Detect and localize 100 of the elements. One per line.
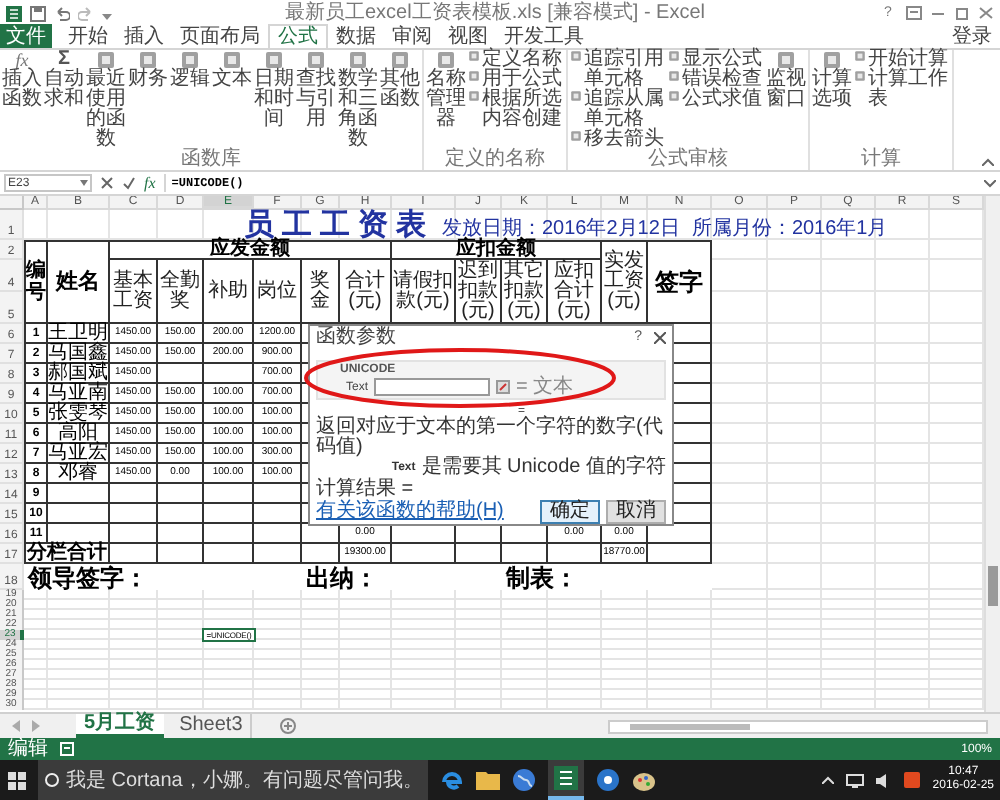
check-icon[interactable] bbox=[122, 176, 136, 190]
ribbon-button[interactable]: 最近使用的函数 bbox=[86, 50, 126, 150]
spreadsheet-logo-icon[interactable] bbox=[6, 5, 22, 21]
search-box[interactable]: 我是 Cortana，小娜。有问题尽管问我。 bbox=[38, 760, 429, 800]
ribbon-button[interactable]: 文本 bbox=[212, 50, 252, 90]
search-icon bbox=[44, 772, 60, 788]
column-header-cell: 迟到扣款(元) bbox=[456, 260, 502, 324]
tile-icon bbox=[468, 50, 480, 62]
ribbon-button[interactable]: 监视窗口 bbox=[766, 50, 806, 110]
ribbon-button[interactable]: fx 插入函数 bbox=[2, 50, 42, 110]
browser-icon[interactable] bbox=[440, 768, 465, 792]
ribbon-group-label: 公式审核 bbox=[646, 150, 730, 170]
notification-app-icon[interactable] bbox=[904, 772, 921, 788]
formula-result: 计算结果 = bbox=[316, 480, 414, 500]
signature-label: 制表： bbox=[506, 565, 578, 589]
dialog-button[interactable]: 取消 bbox=[606, 500, 666, 524]
ribbon-tab[interactable]: 公式 bbox=[268, 24, 328, 48]
function-icon: fx bbox=[15, 50, 29, 70]
ribbon-button[interactable]: 逻辑 bbox=[170, 50, 210, 90]
sheet-tab[interactable]: 5月工资 bbox=[76, 714, 164, 738]
column-header-cell: 全勤奖 bbox=[158, 260, 204, 324]
horizontal-scrollbar[interactable] bbox=[608, 719, 988, 733]
insert-function-button[interactable]: fx bbox=[144, 175, 156, 191]
ribbon-button[interactable]: Σ 自动求和 bbox=[44, 50, 84, 110]
folder-icon[interactable] bbox=[476, 770, 501, 790]
column-header-cell: 编号 bbox=[24, 240, 48, 324]
ribbon-button[interactable]: 移去箭头 bbox=[570, 130, 666, 150]
table-cell bbox=[110, 484, 158, 504]
table-cell: 马国鑫 bbox=[48, 344, 110, 364]
ribbon-tab[interactable]: 开发工具 bbox=[496, 24, 592, 48]
ribbon-tab[interactable]: 开始 bbox=[60, 24, 116, 48]
ribbon-tab[interactable]: 数据 bbox=[328, 24, 384, 48]
column-header-cell: 请假扣款(元) bbox=[392, 260, 456, 324]
ribbon-button[interactable]: 定义名称 bbox=[468, 50, 564, 70]
table-cell bbox=[48, 504, 110, 524]
ribbon-button[interactable]: 其他函数 bbox=[380, 50, 420, 110]
ribbon-button[interactable]: 财务 bbox=[128, 50, 168, 90]
argument-field[interactable] bbox=[374, 378, 490, 396]
macro-icon[interactable] bbox=[60, 742, 74, 756]
tile-icon bbox=[138, 50, 158, 70]
table-cell: 马亚宏 bbox=[48, 444, 110, 464]
ribbon-button[interactable]: 错误检查 bbox=[668, 70, 764, 90]
paint-icon[interactable] bbox=[632, 768, 657, 792]
close-icon[interactable] bbox=[978, 6, 994, 20]
table-cell bbox=[204, 504, 254, 524]
signature-label: 领导签字： bbox=[28, 565, 148, 589]
sign-in-link[interactable]: 登录 bbox=[952, 26, 1000, 48]
spreadsheet-app-icon[interactable] bbox=[548, 760, 585, 800]
table-cell: 张雯琴 bbox=[48, 404, 110, 424]
ribbon-button[interactable]: 追踪引用单元格 bbox=[570, 50, 666, 90]
table-cell bbox=[110, 504, 158, 524]
table-cell: 分栏合计 bbox=[24, 544, 110, 564]
scrollbar[interactable] bbox=[984, 196, 1000, 712]
column-header-cell: 岗位 bbox=[254, 260, 302, 324]
maximize-icon[interactable] bbox=[954, 6, 970, 20]
save-icon[interactable] bbox=[30, 5, 46, 21]
column-header-cell: 奖金 bbox=[302, 260, 340, 324]
add-sheet-icon[interactable] bbox=[280, 718, 297, 734]
ribbon-tab[interactable]: 页面布局 bbox=[172, 24, 268, 48]
ribbon-tab[interactable]: 插入 bbox=[116, 24, 172, 48]
collapse-dialog-icon[interactable] bbox=[496, 380, 510, 394]
expand-icon[interactable] bbox=[984, 179, 996, 187]
ribbon-tab[interactable]: 文件 bbox=[0, 24, 52, 48]
status-mode: 编辑 bbox=[8, 738, 48, 760]
ribbon-button[interactable]: 日期和时间 bbox=[254, 50, 294, 130]
ribbon-button[interactable]: 追踪从属单元格 bbox=[570, 90, 666, 130]
ribbon-button[interactable]: 计算工作表 bbox=[854, 70, 950, 110]
network-icon[interactable] bbox=[846, 773, 865, 787]
ribbon-button[interactable]: 用于公式 bbox=[468, 70, 564, 90]
ribbon-display-icon[interactable] bbox=[906, 6, 922, 20]
tile-icon bbox=[468, 70, 480, 82]
ribbon-button[interactable]: 名称管理器 bbox=[426, 50, 466, 130]
windows-logo-icon[interactable] bbox=[8, 771, 26, 789]
help-link[interactable]: 有关该函数的帮助(H) bbox=[316, 502, 504, 522]
close-icon[interactable] bbox=[654, 331, 666, 343]
column-header-cell: 签字 bbox=[648, 240, 712, 324]
ribbon-button[interactable]: 计算选项 bbox=[812, 50, 852, 110]
tile-icon bbox=[180, 50, 200, 70]
collapse-ribbon-icon[interactable] bbox=[982, 158, 994, 166]
dialog-button[interactable]: 确定 bbox=[540, 500, 600, 524]
ribbon-tab[interactable]: 审阅 bbox=[384, 24, 440, 48]
table-cell: 马亚南 bbox=[48, 384, 110, 404]
help-app-icon[interactable] bbox=[596, 768, 621, 792]
ribbon-button[interactable]: 根据所选内容创建 bbox=[468, 90, 564, 130]
caret-icon[interactable] bbox=[822, 776, 835, 784]
ribbon-button[interactable]: 显示公式 bbox=[668, 50, 764, 70]
ribbon-button[interactable]: 查找与引用 bbox=[296, 50, 336, 130]
window-title: 最新员工excel工资表模板.xls [兼容模式] - Excel bbox=[282, 1, 708, 25]
undo-icon[interactable] bbox=[54, 5, 70, 21]
tile-icon bbox=[306, 50, 326, 70]
ribbon-group-label: 定义的名称 bbox=[443, 150, 547, 170]
ribbon-button[interactable]: 数学和三角函数 bbox=[338, 50, 378, 150]
ribbon-button[interactable]: 开始计算 bbox=[854, 50, 950, 70]
tile-icon bbox=[776, 50, 796, 70]
table-cell bbox=[254, 484, 302, 504]
table-cell bbox=[158, 484, 204, 504]
cancel-icon[interactable] bbox=[100, 176, 114, 190]
globe-icon[interactable] bbox=[512, 768, 537, 792]
ribbon-tab[interactable]: 视图 bbox=[440, 24, 496, 48]
ribbon-button[interactable]: 公式求值 bbox=[668, 90, 764, 110]
